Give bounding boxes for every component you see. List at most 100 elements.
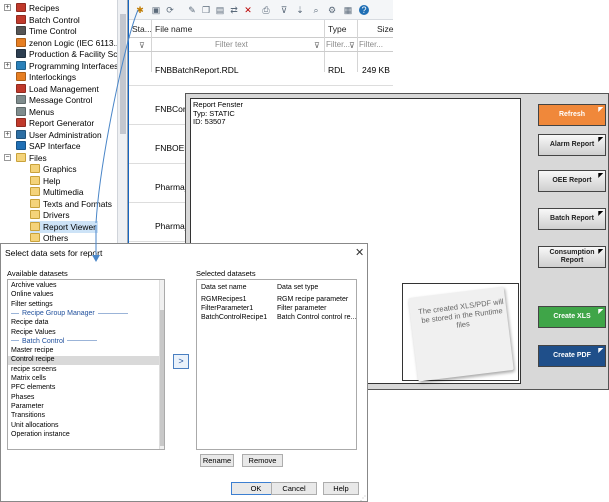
dataset-item[interactable]: Operation instance — [11, 431, 70, 438]
expand-toggle-icon[interactable]: + — [4, 4, 11, 11]
tree-item[interactable]: Load Management — [16, 83, 99, 95]
sort-icon[interactable]: ⇣ — [295, 5, 305, 15]
refresh-icon[interactable]: ⟳ — [165, 5, 175, 15]
col-status[interactable]: Sta... — [132, 24, 152, 34]
tree-item[interactable]: Interlockings — [16, 71, 76, 83]
dataset-item[interactable]: Master recipe — [11, 347, 53, 354]
window-icon[interactable]: ▦ — [343, 5, 353, 15]
scroll-thumb[interactable] — [120, 14, 126, 134]
filter-funnel-icon[interactable]: ⊽ — [314, 41, 320, 50]
dataset-item[interactable]: recipe screens — [11, 366, 57, 373]
resize-grip-icon[interactable]: ⋰ — [360, 495, 366, 502]
filter-icon[interactable]: ⊽ — [279, 5, 289, 15]
oee-report-button[interactable]: OEE Report ◤ — [538, 170, 606, 192]
col-type[interactable]: Type — [328, 24, 346, 34]
scroll-thumb[interactable] — [160, 310, 164, 446]
tree-scrollbar[interactable] — [117, 0, 127, 243]
dataset-item[interactable]: Matrix cells — [11, 375, 46, 382]
remove-button[interactable]: Remove — [242, 454, 283, 467]
close-icon[interactable]: ✕ — [355, 246, 364, 259]
dataset-item[interactable]: Filter settings — [11, 301, 53, 308]
dataset-item[interactable]: Online values — [11, 291, 53, 298]
tree-item[interactable]: Graphics — [30, 163, 77, 175]
dataset-item[interactable]: Unit allocations — [11, 422, 58, 429]
tree-item[interactable]: Batch Control — [16, 14, 80, 26]
selected-datasets-list[interactable]: Data set name Data set type RGMRecipes1 R… — [196, 279, 357, 450]
delete-icon[interactable]: ✕ — [243, 5, 253, 15]
tree-item[interactable]: Programming Interfaces — [16, 60, 118, 72]
tree-item-label: zenon Logic (IEC 6113... — [29, 37, 121, 48]
filter-size-input[interactable]: Filter... — [359, 40, 383, 49]
batch-report-button[interactable]: Batch Report ◤ — [538, 208, 606, 230]
selected-dataset-name[interactable]: BatchControlRecipe1 — [201, 314, 267, 321]
add-dataset-button[interactable]: > — [173, 354, 189, 369]
dataset-item[interactable]: Recipe Values — [11, 329, 56, 336]
dataset-item[interactable]: PFC elements — [11, 384, 55, 391]
filter-funnel-icon[interactable]: ⊽ — [349, 41, 355, 50]
replace-icon[interactable]: ⇄ — [229, 5, 239, 15]
help-button[interactable]: Help — [323, 482, 359, 495]
filter-name-input[interactable]: Filter text — [215, 40, 248, 49]
tree-item[interactable]: Drivers — [30, 209, 70, 221]
export-icon[interactable]: ⎙ — [261, 5, 271, 15]
create-pdf-button[interactable]: Create PDF ◤ — [538, 345, 606, 367]
edit-icon[interactable]: ✎ — [187, 5, 197, 15]
tree-item[interactable]: Message Control — [16, 94, 92, 106]
selected-dataset-name[interactable]: RGMRecipes1 — [201, 296, 247, 303]
new-file-icon[interactable]: ✱ — [135, 5, 145, 15]
file-row[interactable]: FNBBatchReport.RDL RDL 249 KB — [129, 54, 393, 86]
tree-item-label: Files — [29, 152, 47, 163]
tree-item-label: Report Generator — [29, 118, 95, 128]
filter-row: ⊽ Filter text ⊽ Filter... ⊽ Filter... — [129, 38, 393, 52]
tree-item[interactable]: Help — [30, 175, 60, 187]
dataset-item[interactable]: Archive values — [11, 282, 57, 289]
copy-icon[interactable]: ❐ — [201, 5, 211, 15]
available-datasets-list[interactable]: Archive values Online values Filter settin… — [7, 279, 165, 450]
dataset-item[interactable]: Recipe data — [11, 319, 48, 326]
tree-item[interactable]: Recipes — [16, 2, 59, 14]
tree-item[interactable]: Multimedia — [30, 186, 84, 198]
group-line — [67, 340, 98, 342]
selected-dataset-type: Filter parameter — [277, 305, 327, 312]
paste-icon[interactable]: ▤ — [215, 5, 225, 15]
rename-button[interactable]: Rename — [200, 454, 234, 467]
available-scrollbar[interactable] — [159, 280, 164, 449]
tree-item[interactable]: Others — [30, 232, 68, 243]
cancel-button[interactable]: Cancel — [271, 482, 317, 495]
open-file-icon[interactable]: ▣ — [151, 5, 161, 15]
dataset-item[interactable]: Control recipe — [11, 356, 55, 363]
consumption-report-button[interactable]: Consumption Report ◤ — [538, 246, 606, 268]
tree-item[interactable]: Report Viewer — [30, 220, 98, 233]
tree-item[interactable]: Menus — [16, 106, 54, 118]
selected-col-type[interactable]: Data set type — [277, 284, 318, 291]
search-icon[interactable]: ⌕ — [311, 5, 321, 15]
filter-funnel-icon[interactable]: ⊽ — [139, 41, 145, 50]
help-icon[interactable]: ? — [359, 5, 369, 15]
corner-marker-icon: ◤ — [598, 348, 603, 354]
tree-item[interactable]: Report Generator — [16, 117, 94, 129]
selected-col-name[interactable]: Data set name — [201, 284, 247, 291]
refresh-button[interactable]: Refresh ◤ — [538, 104, 606, 126]
tree-item[interactable]: Files — [16, 152, 47, 164]
create-xls-button[interactable]: Create XLS ◤ — [538, 306, 606, 328]
settings-icon[interactable]: ⚙ — [327, 5, 337, 15]
corner-marker-icon: ◤ — [598, 249, 603, 255]
expand-toggle-icon[interactable]: + — [4, 130, 11, 138]
tree-item[interactable]: Texts and Formats — [30, 198, 112, 210]
alarm-report-button[interactable]: Alarm Report ◤ — [538, 134, 606, 156]
tree-item[interactable]: Production & Facility Sch — [16, 48, 122, 60]
col-file-name[interactable]: File name — [155, 24, 192, 34]
dataset-item[interactable]: Transitions — [11, 412, 45, 419]
expand-toggle-icon[interactable]: + — [4, 61, 11, 69]
selected-dataset-name[interactable]: FilterParameter1 — [201, 305, 253, 312]
expand-toggle-icon[interactable]: − — [4, 153, 11, 161]
filter-type-input[interactable]: Filter... — [326, 40, 350, 49]
col-size[interactable]: Size — [377, 24, 394, 34]
tree-item[interactable]: Time Control — [16, 25, 77, 37]
tree-item[interactable]: SAP Interface — [16, 140, 81, 152]
dataset-item[interactable]: Phases — [11, 394, 34, 401]
tree-item-label: Load Management — [29, 83, 99, 94]
dataset-item[interactable]: Parameter — [11, 403, 44, 410]
tree-item[interactable]: zenon Logic (IEC 6113... — [16, 37, 121, 49]
tree-item[interactable]: User Administration — [16, 129, 102, 141]
